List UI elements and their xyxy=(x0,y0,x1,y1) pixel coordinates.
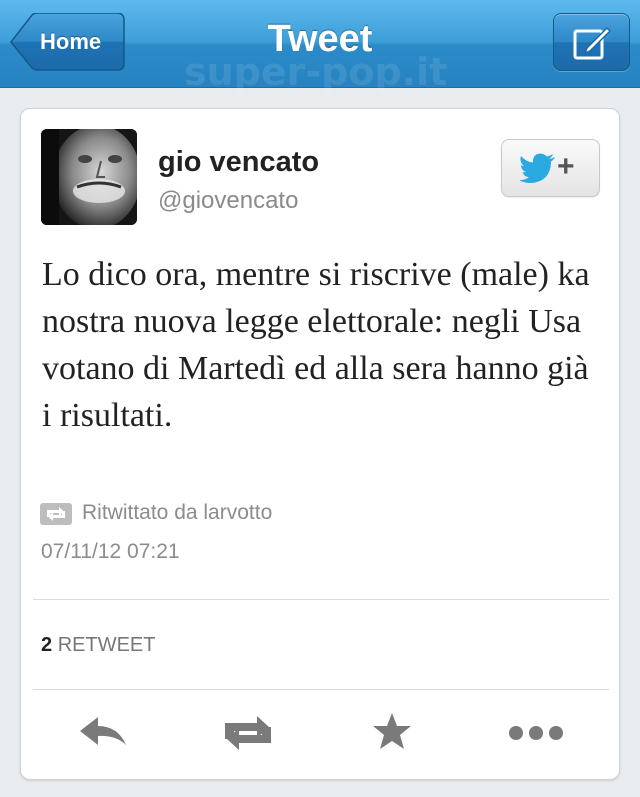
page-title: Tweet xyxy=(267,18,373,60)
compose-button[interactable] xyxy=(553,13,630,71)
retweet-count: 2 xyxy=(41,634,53,656)
retweet-button[interactable] xyxy=(217,707,277,757)
twitter-bird-icon xyxy=(520,153,555,183)
tweet-text: Lo dico ora, mentre si riscrive (male) k… xyxy=(42,256,590,434)
tweet-card: gio vencato @giovencato + Lo dico ora, m… xyxy=(20,108,620,780)
compose-icon xyxy=(573,26,611,60)
follow-button[interactable]: + xyxy=(501,139,600,197)
favorite-button[interactable] xyxy=(363,707,423,757)
author-name[interactable]: gio vencato xyxy=(158,146,319,179)
retweeted-by-label: Ritwittato da larvotto xyxy=(82,501,273,524)
retweet-stats-label: RETWEET xyxy=(57,634,156,656)
retweet-small-icon xyxy=(40,503,72,525)
reply-icon xyxy=(80,717,126,745)
nav-bar: super-pop.it Home Tweet xyxy=(0,0,640,94)
follow-plus: + xyxy=(557,150,575,183)
tweet-timestamp: 07/11/12 07:21 xyxy=(41,540,180,563)
retweet-stats[interactable]: 2 RETWEET xyxy=(41,634,155,657)
star-icon xyxy=(373,713,411,749)
more-icon xyxy=(509,726,563,740)
avatar[interactable] xyxy=(41,129,137,225)
divider xyxy=(33,599,609,600)
author-handle[interactable]: @giovencato xyxy=(158,187,298,215)
avatar-image xyxy=(41,129,137,225)
divider xyxy=(33,689,609,690)
more-button[interactable] xyxy=(506,707,566,757)
reply-button[interactable] xyxy=(76,707,136,757)
retweet-icon xyxy=(225,716,271,750)
